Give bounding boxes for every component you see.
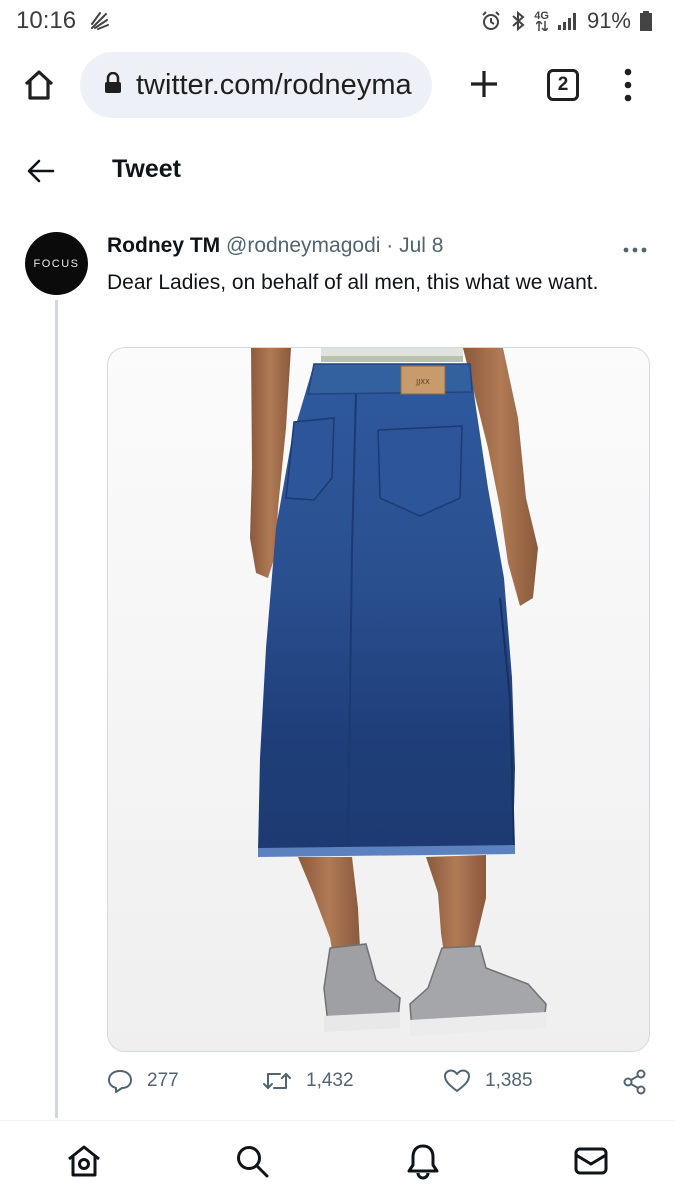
retweet-count: 1,432 [306, 1070, 354, 1091]
network-type-icon: 4G [534, 11, 549, 31]
plus-icon [471, 71, 497, 97]
reply-icon [108, 1070, 132, 1093]
lock-icon [104, 71, 122, 99]
denim-skirt-photo: JJXX [108, 348, 649, 1051]
mail-icon [574, 1147, 608, 1175]
page-header: Tweet [0, 140, 675, 202]
network-type-label: 4G [534, 10, 549, 22]
home-icon [68, 1145, 100, 1177]
heart-icon [444, 1069, 470, 1092]
nav-home-button[interactable] [64, 1141, 104, 1181]
more-horizontal-icon [623, 247, 647, 253]
address-bar[interactable]: twitter.com/rodneyma [80, 52, 432, 118]
tweet-meta: Rodney TM @rodneymagodi · Jul 8 [107, 234, 443, 258]
page-title: Tweet [112, 155, 181, 183]
nav-notifications-button[interactable] [403, 1141, 443, 1181]
tweet-more-button[interactable] [622, 242, 648, 253]
browser-home-button[interactable] [22, 68, 56, 102]
tweet-image[interactable]: JJXX [107, 347, 650, 1052]
share-button[interactable] [622, 1068, 648, 1096]
status-time: 10:16 [16, 7, 77, 34]
bluetooth-icon [510, 10, 526, 32]
tweet-actions: 277 1,432 1,385 [0, 1068, 675, 1108]
author-name[interactable]: Rodney TM [107, 234, 220, 257]
bell-icon [407, 1144, 439, 1180]
share-icon [623, 1069, 646, 1095]
brand-label: JJXX [415, 378, 430, 386]
status-bar: 10:16 4G 91% [0, 0, 675, 42]
like-count: 1,385 [485, 1070, 533, 1091]
tweet-text: Dear Ladies, on behalf of all men, this … [107, 271, 599, 294]
nav-search-button[interactable] [232, 1141, 272, 1181]
browser-toolbar: twitter.com/rodneyma 2 [0, 52, 675, 120]
browser-menu-button[interactable] [616, 66, 640, 104]
meta-separator: · [386, 234, 394, 257]
tab-count: 2 [557, 74, 569, 95]
battery-level: 91% [586, 8, 631, 33]
avatar[interactable]: FOCUS [25, 232, 88, 295]
notification-icon [88, 10, 110, 32]
arrow-left-icon [27, 159, 55, 183]
home-icon [24, 70, 54, 100]
status-right: 4G 91% [480, 8, 653, 34]
avatar-logo-text: FOCUS [33, 257, 80, 270]
new-tab-button[interactable] [466, 66, 502, 102]
retweet-icon [263, 1073, 291, 1089]
tweet-date[interactable]: Jul 8 [399, 234, 443, 257]
status-left: 10:16 [16, 7, 110, 35]
bottom-navigation [0, 1120, 675, 1200]
signal-icon [557, 11, 579, 31]
alarm-icon [480, 10, 502, 32]
reply-button[interactable]: 277 [107, 1068, 179, 1094]
thread-line [55, 300, 58, 1118]
battery-icon [639, 10, 653, 32]
back-button[interactable] [26, 157, 56, 185]
more-vertical-icon [624, 68, 632, 102]
reply-count: 277 [147, 1070, 179, 1091]
search-icon [237, 1146, 269, 1178]
author-handle[interactable]: @rodneymagodi [226, 234, 380, 257]
retweet-button[interactable]: 1,432 [262, 1068, 354, 1094]
url-text: twitter.com/rodneyma [136, 68, 412, 101]
nav-messages-button[interactable] [571, 1141, 611, 1181]
like-button[interactable]: 1,385 [443, 1068, 533, 1094]
tab-switcher-button[interactable]: 2 [547, 69, 579, 101]
